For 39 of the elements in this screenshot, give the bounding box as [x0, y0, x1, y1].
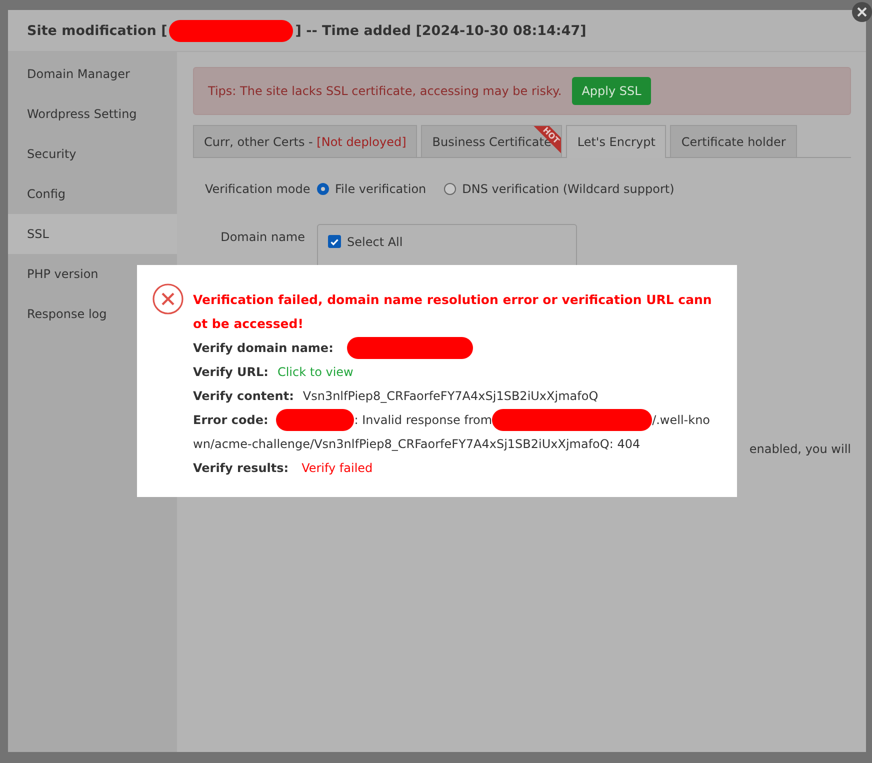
apply-ssl-button[interactable]: Apply SSL: [572, 77, 652, 105]
row-label: Verify domain name:: [193, 341, 334, 355]
error-icon: [152, 283, 184, 315]
radio-option[interactable]: File verification: [317, 182, 426, 196]
field-label: Domain name: [220, 229, 306, 246]
tab[interactable]: Let's Encrypt: [566, 125, 666, 158]
row-label: Verify URL:: [193, 365, 268, 379]
checkbox-icon[interactable]: [328, 235, 341, 248]
row-value: Vsn3nlfPiep8_CRFaorfeFY7A4xSj1SB2iUxXjmafoQ: [302, 389, 598, 403]
tip-text: Tips: The site lacks SSL certificate, accessing may be risky.: [208, 84, 562, 98]
tab-label: Certificate holder: [681, 135, 786, 149]
tab[interactable]: Certificate holder: [670, 125, 797, 157]
row-label: Verify results:: [193, 461, 289, 475]
error-title: Verification failed, domain name resolution error or verification URL cannot be accessed!: [193, 291, 713, 333]
dialog-title: Site modification [: [27, 22, 168, 38]
result-status: Verify failed: [302, 461, 373, 475]
close-icon[interactable]: [852, 2, 872, 22]
dialog-title: ] -- Time added [2024-10-30 08:14:47]: [295, 22, 586, 38]
checkbox-label: Select All: [347, 235, 403, 249]
sidebar-item[interactable]: Security: [8, 134, 177, 174]
tab-status: [Not deployed]: [316, 135, 406, 149]
sidebar-item[interactable]: Domain Manager: [8, 54, 177, 94]
radio-label: File verification: [335, 182, 426, 196]
verify-url-link[interactable]: Click to view: [277, 365, 354, 379]
error-text: wn/acme-challenge/Vsn3nlfPiep8_CRFaorfeFY7A4xSj1SB2iUxXjmafoQ: 404: [193, 436, 640, 453]
sidebar-item[interactable]: Wordpress Setting: [8, 94, 177, 134]
radio-icon[interactable]: [444, 183, 456, 195]
row-label: Verify content:: [193, 389, 294, 403]
error-text: /.well-kno: [652, 412, 710, 429]
error-text: : Invalid response from: [354, 412, 492, 429]
sidebar-item[interactable]: Config: [8, 174, 177, 214]
radio-icon[interactable]: [317, 183, 329, 195]
note-text: enabled, you will: [749, 442, 851, 456]
field-label: Verification mode: [205, 182, 312, 196]
tab-label: Curr, other Certs -: [204, 135, 314, 149]
tab-label: Let's Encrypt: [577, 135, 656, 149]
tab[interactable]: Curr, other Certs - [Not deployed]: [193, 125, 418, 157]
row-label: Error code:: [193, 412, 268, 429]
sidebar-item[interactable]: SSL: [8, 214, 177, 254]
